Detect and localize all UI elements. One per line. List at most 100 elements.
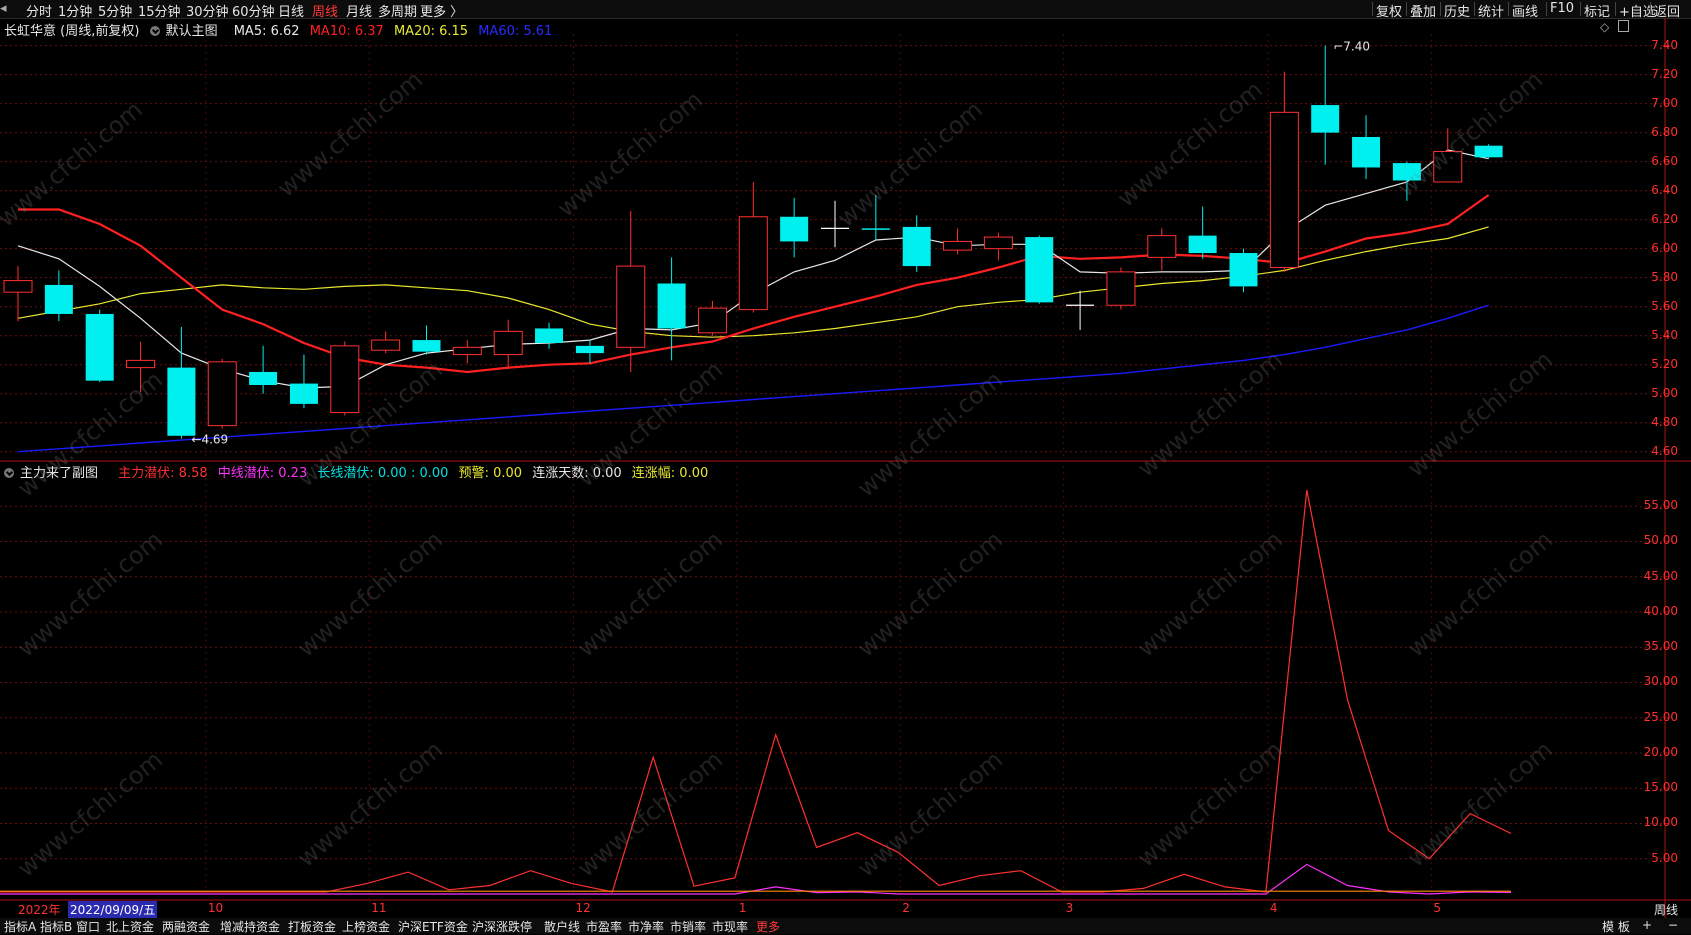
bottom-tab-8[interactable]: 沪深ETF资金 bbox=[398, 918, 468, 935]
candle[interactable] bbox=[289, 354, 318, 409]
month-label: 4 bbox=[1269, 901, 1278, 915]
candles bbox=[3, 45, 1503, 439]
month-label: 2 bbox=[902, 901, 910, 915]
price-tick-label: 4.60 bbox=[1651, 443, 1678, 458]
candle[interactable] bbox=[535, 322, 564, 349]
bottom-tab-6[interactable]: 打板资金 bbox=[288, 918, 336, 935]
price-tick-label: 7.40 bbox=[1651, 37, 1678, 52]
candle[interactable] bbox=[371, 331, 401, 354]
midterm-line bbox=[0, 863, 1512, 895]
date-axis: 2022年 2022/09/09/五 10 11 12 1 2 3 4 5 周线 bbox=[0, 901, 1678, 918]
sub-tick-label: 20.00 bbox=[1643, 744, 1678, 759]
sub-tick-label: 50.00 bbox=[1643, 533, 1678, 548]
year-label: 2022年 bbox=[18, 903, 61, 917]
candle[interactable] bbox=[821, 200, 849, 248]
sub-tick-label: 35.00 bbox=[1643, 639, 1678, 654]
bottom-tab-12[interactable]: 市净率 bbox=[628, 918, 664, 935]
bottom-tab-14[interactable]: 市现率 bbox=[712, 918, 748, 935]
candle[interactable] bbox=[1066, 290, 1095, 330]
candle[interactable] bbox=[330, 341, 360, 416]
candle[interactable] bbox=[493, 319, 523, 370]
candle[interactable] bbox=[616, 210, 646, 372]
candle[interactable] bbox=[1188, 206, 1217, 259]
month-label: 10 bbox=[207, 901, 224, 915]
price-tick-label: 7.00 bbox=[1651, 95, 1678, 110]
price-tick-label: 5.60 bbox=[1651, 298, 1678, 313]
candle[interactable] bbox=[85, 309, 114, 383]
price-tick-label: 6.00 bbox=[1651, 240, 1678, 255]
price-tick-label: 5.00 bbox=[1651, 385, 1678, 400]
bottom-tab-11[interactable]: 市盈率 bbox=[586, 918, 622, 935]
bottom-tab-2[interactable]: 窗口 bbox=[76, 918, 100, 935]
bottom-right-button-2[interactable]: − bbox=[1668, 918, 1678, 932]
candle[interactable] bbox=[780, 197, 809, 258]
price-tick-label: 6.60 bbox=[1651, 153, 1678, 168]
sub-tick-label: 15.00 bbox=[1643, 780, 1678, 795]
candle[interactable] bbox=[943, 228, 973, 255]
month-label: 12 bbox=[575, 901, 591, 915]
price-tick-label: 6.80 bbox=[1651, 124, 1678, 139]
ma60-line bbox=[17, 304, 1489, 453]
sub-tick-label: 30.00 bbox=[1643, 674, 1678, 689]
candle[interactable] bbox=[3, 266, 33, 322]
low-label: ←4.69 bbox=[191, 433, 228, 447]
bottom-tab-3[interactable]: 北上资金 bbox=[106, 918, 154, 935]
candle[interactable] bbox=[697, 300, 727, 336]
candle[interactable] bbox=[1352, 115, 1381, 180]
indicator-tabbar: 指标A 指标B 窗口 北上资金 两融资金 增减持资金 打板资金 上榜资金 沪深ETF资金 沪深涨跌… bbox=[0, 918, 1691, 934]
price-tick-label: 5.80 bbox=[1651, 269, 1678, 284]
candle[interactable] bbox=[1311, 45, 1340, 165]
sub-tick-label: 40.00 bbox=[1643, 603, 1678, 618]
bottom-right-button-1[interactable]: + bbox=[1642, 918, 1652, 932]
candle[interactable] bbox=[412, 325, 441, 355]
candle[interactable] bbox=[738, 181, 768, 313]
price-tick-label: 7.20 bbox=[1651, 66, 1678, 81]
candle[interactable] bbox=[1025, 235, 1054, 304]
candle[interactable] bbox=[902, 215, 931, 272]
candle[interactable] bbox=[1106, 267, 1136, 310]
bottom-tab-4[interactable]: 两融资金 bbox=[162, 918, 210, 935]
kline-chart[interactable]: ⌐7.40 ←4.69 bbox=[0, 0, 1691, 934]
cursor-date: 2022/09/09/五 bbox=[68, 901, 158, 918]
month-label: 5 bbox=[1433, 901, 1441, 915]
candle[interactable] bbox=[452, 340, 482, 364]
candle[interactable] bbox=[1392, 161, 1421, 201]
candle[interactable] bbox=[126, 341, 156, 393]
bottom-tab-1[interactable]: 指标B bbox=[40, 918, 72, 935]
sub-tick-label: 10.00 bbox=[1643, 815, 1678, 830]
bottom-tab-13[interactable]: 市销率 bbox=[670, 918, 706, 935]
sub-tick-label: 25.00 bbox=[1643, 709, 1678, 724]
candle[interactable] bbox=[167, 327, 196, 439]
bottom-tab-15[interactable]: 更多 bbox=[756, 918, 780, 935]
period-label: 周线 bbox=[1654, 903, 1679, 917]
bottom-tab-0[interactable]: 指标A bbox=[4, 918, 36, 935]
candle[interactable] bbox=[1147, 228, 1177, 271]
sub-tick-label: 45.00 bbox=[1643, 568, 1678, 583]
bottom-tab-7[interactable]: 上榜资金 bbox=[342, 918, 390, 935]
bottom-right-button-0[interactable]: 模 板 bbox=[1602, 918, 1630, 935]
main-force-line bbox=[0, 489, 1512, 893]
month-label: 1 bbox=[738, 901, 747, 915]
candle[interactable] bbox=[1433, 128, 1463, 183]
price-tick-label: 5.40 bbox=[1651, 327, 1678, 342]
sub-tick-label: 55.00 bbox=[1643, 498, 1678, 513]
price-tick-label: 6.20 bbox=[1651, 211, 1678, 226]
bottom-tab-10[interactable]: 散户线 bbox=[544, 918, 580, 935]
candle[interactable] bbox=[249, 345, 278, 394]
candle[interactable] bbox=[207, 358, 237, 429]
month-label: 11 bbox=[371, 901, 387, 915]
candle[interactable] bbox=[1474, 144, 1503, 159]
candle[interactable] bbox=[44, 270, 73, 322]
high-label: ⌐7.40 bbox=[1333, 40, 1370, 54]
price-tick-label: 6.40 bbox=[1651, 182, 1678, 197]
candle[interactable] bbox=[1229, 248, 1258, 293]
candle[interactable] bbox=[575, 340, 604, 364]
month-label: 3 bbox=[1065, 901, 1074, 915]
bottom-tab-9[interactable]: 沪深涨跌停 bbox=[472, 918, 532, 935]
candle[interactable] bbox=[861, 195, 890, 240]
candle[interactable] bbox=[1269, 71, 1299, 272]
candle[interactable] bbox=[983, 232, 1013, 261]
bottom-tab-5[interactable]: 增减持资金 bbox=[220, 918, 280, 935]
sub-tick-label: 5.00 bbox=[1651, 850, 1678, 865]
price-tick-label: 4.80 bbox=[1651, 414, 1678, 429]
